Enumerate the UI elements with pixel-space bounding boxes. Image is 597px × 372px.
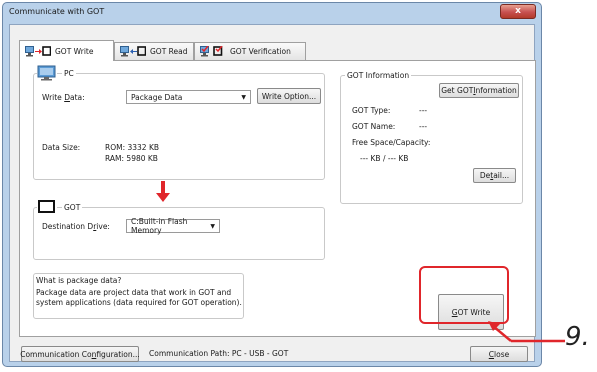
- dropdown-arrow-icon: ▼: [241, 94, 246, 101]
- got-group-label: GOT: [62, 203, 83, 212]
- communication-configuration-button[interactable]: Communication Co n figuration...: [20, 346, 140, 362]
- tab-got-write[interactable]: GOT Write: [19, 40, 114, 61]
- transfer-arrow-icon: [156, 181, 170, 202]
- dropdown-arrow-icon: ▼: [210, 223, 215, 230]
- tab-got-verification[interactable]: GOT Verification: [194, 42, 306, 60]
- package-info-line1: Package data are project data that work …: [36, 288, 232, 297]
- verification-icon: [200, 46, 223, 57]
- write-data-label: Write Data:: [42, 93, 85, 102]
- package-info-box: What is package data? Package data are p…: [33, 273, 244, 319]
- destination-drive-label: Destination Drive:: [42, 222, 110, 231]
- data-size-label: Data Size:: [42, 143, 81, 152]
- got-group: GOT Destination Drive: C:Built-in Flash …: [33, 199, 325, 260]
- annotation-number: 9.: [565, 322, 590, 352]
- tab-got-read-label: GOT Read: [150, 47, 188, 56]
- detail-button[interactable]: De t ail...: [473, 168, 516, 183]
- window-title: Communicate with GOT: [9, 7, 105, 16]
- tab-got-read[interactable]: GOT Read: [114, 42, 194, 60]
- pc-group-label: PC: [62, 69, 76, 78]
- got-type-label: GOT Type:: [352, 106, 391, 115]
- destination-drive-value: C:Built-in Flash Memory: [131, 217, 188, 235]
- got-to-pc-icon: [120, 46, 146, 57]
- close-window-button[interactable]: x: [500, 4, 536, 19]
- annotation-arrow: [488, 321, 565, 343]
- tab-got-verification-label: GOT Verification: [230, 47, 291, 56]
- pc-group: PC Write Data: Package Data ▼ Write Opti…: [33, 65, 325, 180]
- got-information-group: GOT Information Get GOT Information GOT …: [340, 71, 523, 204]
- got-device-icon: [37, 199, 57, 215]
- write-data-value: Package Data: [131, 92, 183, 102]
- got-name-label: GOT Name:: [352, 122, 396, 131]
- got-type-value: ---: [419, 106, 428, 115]
- free-space-value: --- KB / --- KB: [360, 154, 409, 163]
- highlight-frame: [419, 266, 509, 324]
- get-got-information-button[interactable]: Get GOT Information: [439, 83, 519, 98]
- tab-got-write-label: GOT Write: [55, 46, 94, 56]
- got-information-title: GOT Information: [345, 71, 412, 80]
- pc-to-got-icon: [25, 45, 51, 56]
- package-info-line2: system applications (data required for G…: [36, 298, 242, 307]
- rom-size: ROM: 3332 KB: [105, 143, 160, 152]
- package-info-question: What is package data?: [36, 276, 122, 285]
- title-bar[interactable]: Communicate with GOT x: [3, 3, 541, 23]
- close-button[interactable]: Close: [470, 346, 528, 362]
- pc-monitor-icon: [37, 65, 57, 81]
- write-data-select[interactable]: Package Data ▼: [126, 90, 251, 104]
- write-option-button[interactable]: Write Option...: [257, 88, 321, 104]
- got-name-value: ---: [419, 122, 428, 131]
- communication-path: Communication Path: PC - USB - GOT: [149, 349, 289, 358]
- destination-drive-select[interactable]: C:Built-in Flash Memory ▼: [126, 217, 220, 235]
- ram-size: RAM: 5980 KB: [105, 154, 158, 163]
- free-space-label: Free Space/Capacity:: [352, 138, 431, 147]
